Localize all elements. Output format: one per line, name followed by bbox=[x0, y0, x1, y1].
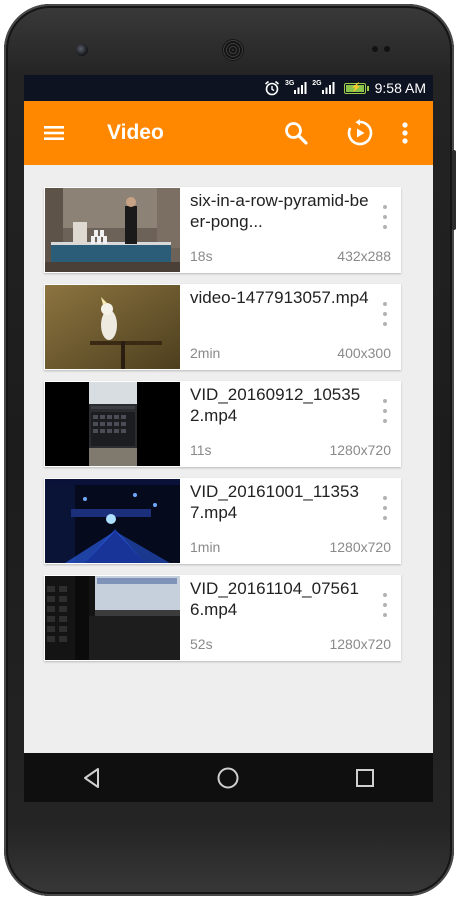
video-thumbnail[interactable] bbox=[45, 188, 180, 272]
search-icon[interactable] bbox=[282, 119, 310, 147]
more-vert-icon[interactable] bbox=[379, 205, 391, 229]
video-thumbnail[interactable] bbox=[45, 479, 180, 563]
video-list: six-in-a-row-pyramid-beer-pong... 18s 43… bbox=[44, 187, 401, 672]
status-time: 9:58 AM bbox=[374, 80, 426, 96]
battery-charging-icon: ⚡ bbox=[343, 82, 369, 94]
video-duration: 52s bbox=[190, 636, 213, 652]
video-duration: 18s bbox=[190, 248, 213, 264]
video-thumbnail[interactable] bbox=[45, 576, 180, 660]
more-vert-icon[interactable] bbox=[379, 302, 391, 326]
resume-playback-icon[interactable] bbox=[345, 118, 375, 148]
more-vert-icon[interactable] bbox=[379, 593, 391, 617]
network-type-label: 3G bbox=[284, 79, 295, 87]
video-item[interactable]: video-1477913057.mp4 2min 400x300 bbox=[44, 284, 401, 370]
video-title: six-in-a-row-pyramid-beer-pong... bbox=[190, 191, 369, 231]
video-duration: 1min bbox=[190, 539, 221, 555]
video-title: video-1477913057.mp4 bbox=[190, 288, 369, 307]
video-resolution: 400x300 bbox=[337, 345, 391, 361]
volume-button bbox=[452, 150, 456, 230]
signal-icon: 3G bbox=[284, 79, 307, 95]
video-title: VID_20161001_113537.mp4 bbox=[190, 482, 359, 522]
page-title: Video bbox=[107, 121, 164, 144]
video-duration: 11s bbox=[190, 442, 212, 458]
earpiece-speaker bbox=[222, 39, 244, 61]
video-item[interactable]: six-in-a-row-pyramid-beer-pong... 18s 43… bbox=[44, 187, 401, 273]
recents-icon[interactable] bbox=[345, 758, 385, 798]
status-bar: 3G 2G ⚡ 9:58 AM bbox=[24, 75, 433, 101]
video-resolution: 1280x720 bbox=[329, 442, 391, 458]
network-type-label: 2G bbox=[312, 79, 322, 87]
video-item[interactable]: VID_20161001_113537.mp4 1min 1280x720 bbox=[44, 478, 401, 564]
video-item[interactable]: VID_20160912_105352.mp4 11s 1280x720 bbox=[44, 381, 401, 467]
home-icon[interactable] bbox=[208, 758, 248, 798]
screen: 3G 2G ⚡ 9:58 AM Video six-in-a-row-pyram… bbox=[24, 75, 433, 802]
proximity-sensors bbox=[372, 46, 396, 52]
back-icon[interactable] bbox=[72, 758, 112, 798]
video-item[interactable]: VID_20161104_075616.mp4 52s 1280x720 bbox=[44, 575, 401, 661]
video-resolution: 432x288 bbox=[337, 248, 391, 264]
alarm-icon bbox=[264, 80, 280, 96]
more-vert-icon[interactable] bbox=[397, 121, 413, 145]
video-resolution: 1280x720 bbox=[329, 539, 391, 555]
more-vert-icon[interactable] bbox=[379, 496, 391, 520]
video-title: VID_20160912_105352.mp4 bbox=[190, 385, 361, 425]
more-vert-icon[interactable] bbox=[379, 399, 391, 423]
video-title: VID_20161104_075616.mp4 bbox=[190, 579, 359, 619]
video-resolution: 1280x720 bbox=[329, 636, 391, 652]
system-nav-bar bbox=[24, 753, 433, 802]
app-toolbar: Video bbox=[24, 101, 433, 165]
video-thumbnail[interactable] bbox=[45, 382, 180, 466]
menu-icon[interactable] bbox=[40, 121, 68, 145]
video-duration: 2min bbox=[190, 345, 221, 361]
front-camera bbox=[76, 44, 88, 56]
signal-icon: 2G bbox=[312, 79, 335, 95]
video-thumbnail[interactable] bbox=[45, 285, 180, 369]
